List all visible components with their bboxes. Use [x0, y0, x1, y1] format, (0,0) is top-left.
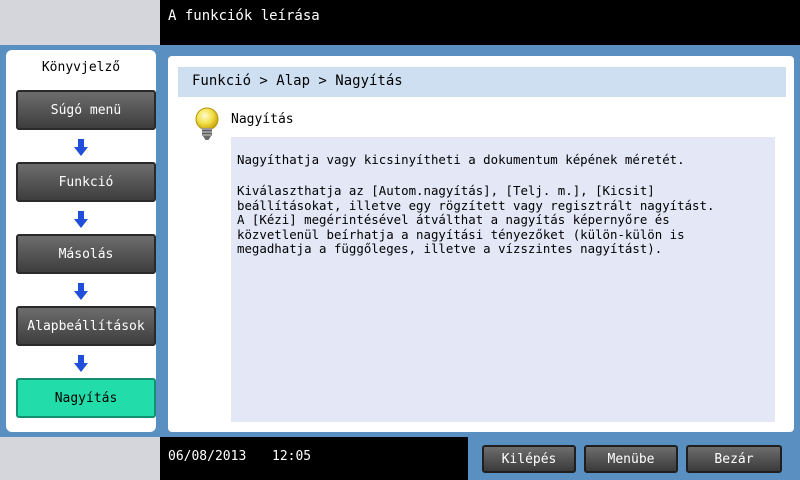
menu-button[interactable]: Menübe	[584, 445, 678, 473]
sidebar-title: Könyvjelző	[41, 60, 121, 75]
breadcrumb: Funkció > Alap > Nagyítás	[178, 67, 786, 97]
status-date: 06/08/2013	[168, 449, 247, 464]
description-line: A [Kézi] megérintésével átválthat a nagy…	[237, 212, 670, 227]
description-paragraph-1: Nagyíthatja vagy kicsinyítheti a dokumen…	[237, 152, 685, 167]
description-line: közvetlenül beírhatja a nagyítási tényez…	[237, 226, 685, 242]
content-panel: Funkció > Alap > Nagyítás Nagyítás Nagyí…	[168, 56, 794, 432]
status-clock-area: 06/08/2013 12:05	[160, 437, 468, 480]
help-heading: Nagyítás	[231, 112, 294, 127]
arrow-down-icon	[6, 139, 156, 157]
breadcrumb-text: Funkció > Alap > Nagyítás	[192, 73, 403, 89]
sidebar-item-function[interactable]: Funkció	[16, 162, 156, 202]
title-bar: A funkciók leírása	[160, 0, 800, 45]
description-box: Nagyíthatja vagy kicsinyítheti a dokumen…	[231, 137, 775, 422]
lightbulb-icon	[194, 107, 220, 145]
sidebar-item-help-menu[interactable]: Súgó menü	[16, 90, 156, 130]
arrow-down-icon	[6, 283, 156, 301]
arrow-down-icon	[6, 355, 156, 373]
bookmark-sidebar: Könyvjelző Súgó menü Funkció Másolás Ala…	[6, 50, 156, 432]
close-button[interactable]: Bezár	[686, 445, 782, 473]
bottom-button-bar: Kilépés Menübe Bezár	[468, 437, 800, 480]
exit-button[interactable]: Kilépés	[482, 445, 576, 473]
window-title: A funkciók leírása	[168, 8, 320, 24]
sidebar-item-zoom[interactable]: Nagyítás	[16, 378, 156, 418]
status-time: 12:05	[272, 449, 312, 464]
description-line: beállításokat, illetve egy rögzített vag…	[237, 197, 715, 213]
description-line: megadhatja a függőleges, illetve a vízsz…	[237, 241, 663, 256]
sidebar-item-basic-settings[interactable]: Alapbeállítások	[16, 306, 156, 346]
arrow-down-icon	[6, 211, 156, 229]
top-left-panel	[0, 0, 160, 45]
description-line: Kiválaszthatja az [Autom.nagyítás], [Tel…	[237, 183, 655, 198]
sidebar-item-copying[interactable]: Másolás	[16, 234, 156, 274]
